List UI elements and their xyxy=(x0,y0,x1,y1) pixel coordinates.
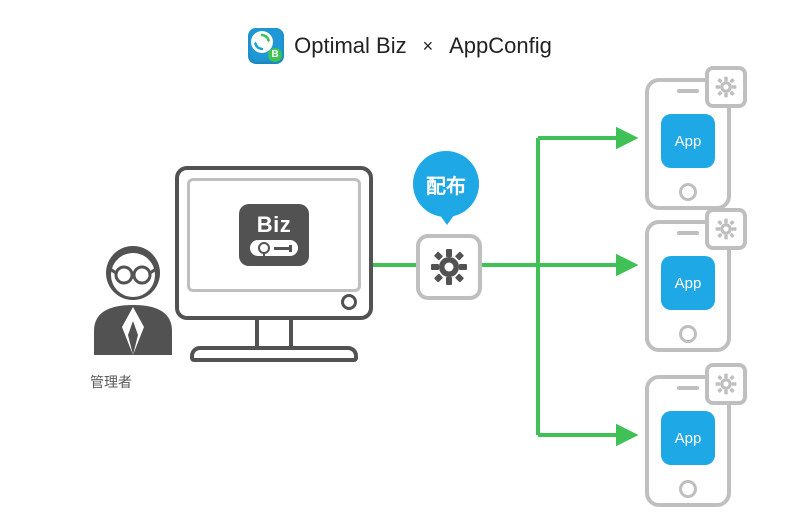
device-config-gear xyxy=(705,66,747,108)
device-config-gear xyxy=(705,363,747,405)
device-app-tile: App xyxy=(661,411,715,465)
device-phone-3: App xyxy=(645,375,731,507)
phone-speaker-icon xyxy=(677,89,699,93)
phone-home-icon xyxy=(679,325,697,343)
phone-speaker-icon xyxy=(677,386,699,390)
device-app-label: App xyxy=(675,275,702,292)
device-config-gear xyxy=(705,208,747,250)
device-app-tile: App xyxy=(661,256,715,310)
phone-home-icon xyxy=(679,480,697,498)
gear-icon xyxy=(715,76,737,98)
gear-icon xyxy=(715,218,737,240)
device-app-label: App xyxy=(675,133,702,150)
device-phone-2: App xyxy=(645,220,731,352)
phone-speaker-icon xyxy=(677,231,699,235)
device-app-tile: App xyxy=(661,114,715,168)
phone-home-icon xyxy=(679,183,697,201)
gear-icon xyxy=(715,373,737,395)
device-phone-1: App xyxy=(645,78,731,210)
device-app-label: App xyxy=(675,430,702,447)
